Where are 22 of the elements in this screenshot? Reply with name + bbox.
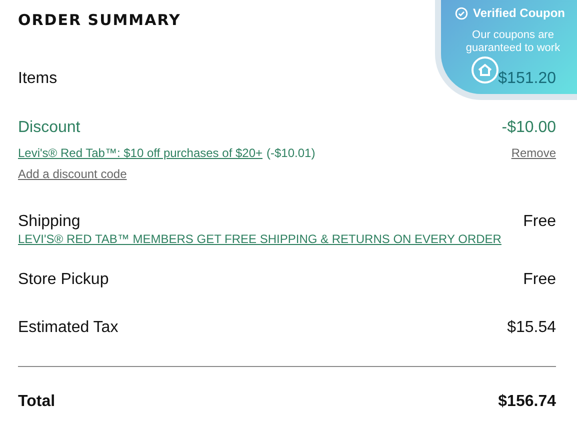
house-icon [471, 56, 499, 84]
shipping-promo-link[interactable]: LEVI'S® RED TAB™ MEMBERS GET FREE SHIPPING & RETURNS ON EVERY ORDER [18, 232, 556, 247]
row-value: Free [523, 270, 556, 290]
row-value: $151.20 [498, 69, 556, 89]
row-label: Shipping [18, 212, 80, 232]
promo-link[interactable]: Levi's® Red Tab™: $10 off purchases of $20+ [18, 146, 263, 160]
row-label: Discount [18, 118, 80, 138]
row-label: Store Pickup [18, 270, 109, 290]
row-value: Free [523, 212, 556, 232]
badge-text: Our coupons are guaranteed to work [464, 29, 562, 55]
section-title: ORDER SUMMARY [18, 10, 181, 31]
row-label: Estimated Tax [18, 318, 118, 338]
row-value: $156.74 [498, 392, 556, 412]
row-value: -$10.00 [502, 118, 556, 138]
row-value: $15.54 [507, 318, 556, 338]
row-label: Total [18, 392, 56, 412]
badge-title: Verified Coupon [472, 6, 565, 20]
verified-check-icon [454, 6, 468, 20]
row-label: Items [18, 69, 58, 89]
remove-link[interactable]: Remove [511, 146, 556, 161]
promo-amount: (-$10.01) [266, 146, 316, 160]
add-discount-link[interactable]: Add a discount code [18, 167, 127, 182]
